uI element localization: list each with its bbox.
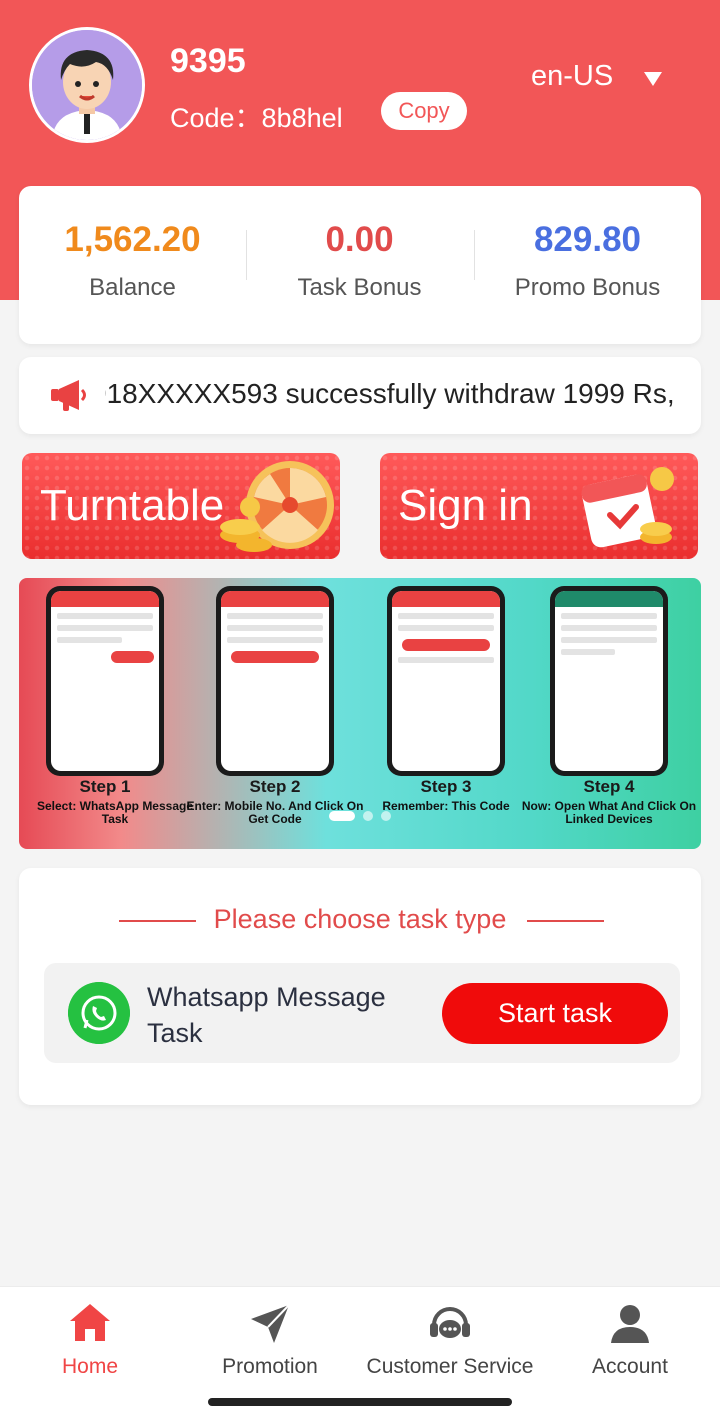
whatsapp-icon: [68, 982, 130, 1044]
tab-label: Account: [592, 1355, 668, 1378]
carousel-dots: [329, 808, 399, 826]
calendar-icon: [581, 467, 674, 548]
tutorial-banner[interactable]: Step 1 Step 2 Step 3 Step 4 Select: What…: [19, 578, 701, 849]
promo-bonus-label: Promo Bonus: [514, 274, 661, 301]
task-bonus-stat: 0.00 Task Bonus: [246, 220, 473, 302]
language-select[interactable]: en-US: [531, 60, 613, 93]
tab-label: Customer Service: [366, 1355, 534, 1378]
step-title: Step 4: [583, 777, 635, 796]
phone-mockup: [46, 586, 164, 776]
balance-label: Balance: [89, 274, 176, 301]
tab-promotion[interactable]: Promotion: [180, 1287, 360, 1387]
sign-in-label: Sign in: [398, 481, 533, 530]
withdraw-notice-bar: 918XXXXX593 successfully withdraw 1999 R…: [19, 357, 701, 434]
task-row: Whatsapp Message Task Start task: [44, 963, 680, 1063]
notice-marquee: 918XXXXX593 successfully withdraw 1999 R…: [105, 378, 695, 410]
copy-button[interactable]: Copy: [381, 92, 467, 130]
tab-home[interactable]: Home: [0, 1287, 180, 1387]
promo-bonus-stat: 829.80 Promo Bonus: [474, 220, 701, 302]
balance-stat: 1,562.20 Balance: [19, 220, 246, 302]
turntable-label: Turntable: [40, 481, 225, 530]
phone-mockup: [387, 586, 505, 776]
tab-account[interactable]: Account: [540, 1287, 720, 1387]
phone-mockup: [550, 586, 668, 776]
code-label: Code：: [170, 103, 262, 133]
step-description: Now: Open What And Click On Linked Devic…: [521, 799, 697, 826]
referral-code: Code：8b8hel: [170, 96, 343, 135]
tab-label: Promotion: [222, 1355, 318, 1378]
user-icon: [611, 1305, 649, 1343]
task-name: Whatsapp Message Task: [147, 982, 386, 1048]
send-icon: [251, 1304, 290, 1343]
step-title: Step 2: [249, 777, 301, 796]
task-bonus-value: 0.00: [325, 220, 394, 259]
home-indicator: [208, 1398, 512, 1406]
megaphone-icon: [51, 380, 86, 411]
headset-icon: [430, 1307, 470, 1338]
start-task-button[interactable]: Start task: [442, 983, 668, 1044]
balance-value: 1,562.20: [64, 220, 201, 259]
step-description: Select: WhatsApp Message Task: [36, 799, 194, 826]
carousel-dot[interactable]: [381, 811, 391, 821]
code-value: 8b8hel: [261, 103, 343, 133]
step-title: Step 1: [79, 777, 131, 796]
home-icon: [70, 1304, 110, 1341]
promo-bonus-value: 829.80: [533, 220, 642, 259]
user-id: 9395: [170, 42, 246, 80]
step-title: Step 3: [420, 777, 472, 796]
carousel-dot-active[interactable]: [329, 811, 355, 821]
turntable-button[interactable]: Turntable: [22, 453, 340, 559]
task-type-card: Please choose task type Whatsapp Message…: [19, 868, 701, 1105]
phone-mockup: [216, 586, 334, 776]
sign-in-button[interactable]: Sign in: [380, 453, 698, 559]
tab-label: Home: [61, 1355, 119, 1378]
balance-card: 1,562.20 Balance 0.00 Task Bonus 829.80 …: [19, 186, 701, 344]
task-bonus-label: Task Bonus: [297, 274, 422, 301]
chevron-down-icon[interactable]: [644, 72, 662, 86]
carousel-dot[interactable]: [363, 811, 373, 821]
tab-customer-service[interactable]: Customer Service: [360, 1287, 540, 1387]
notice-text: 918XXXXX593 successfully withdraw 1999 R…: [105, 378, 675, 409]
heading-rule: [527, 920, 604, 922]
avatar[interactable]: [29, 27, 145, 143]
